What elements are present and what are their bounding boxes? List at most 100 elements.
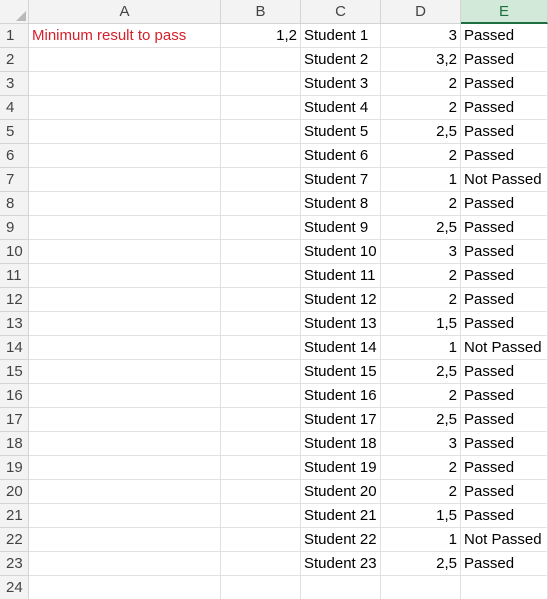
row-header-9[interactable]: 9 [0, 216, 29, 240]
cell-d-23[interactable]: 2,5 [381, 552, 461, 576]
row-header-1[interactable]: 1 [0, 24, 29, 48]
cell-e-8[interactable]: Passed [461, 192, 548, 216]
cell-e-14[interactable]: Not Passed [461, 336, 548, 360]
cell-e-13[interactable]: Passed [461, 312, 548, 336]
cell-a-19[interactable] [29, 456, 221, 480]
cell-d-2[interactable]: 3,2 [381, 48, 461, 72]
cell-b-11[interactable] [221, 264, 301, 288]
cell-d-9[interactable]: 2,5 [381, 216, 461, 240]
cell-d-5[interactable]: 2,5 [381, 120, 461, 144]
cell-b-22[interactable] [221, 528, 301, 552]
cell-a-1[interactable]: Minimum result to pass [29, 24, 221, 48]
row-header-18[interactable]: 18 [0, 432, 29, 456]
cell-a-23[interactable] [29, 552, 221, 576]
cell-e-3[interactable]: Passed [461, 72, 548, 96]
cell-c-13[interactable]: Student 13 [301, 312, 381, 336]
cell-a-14[interactable] [29, 336, 221, 360]
cell-c-15[interactable]: Student 15 [301, 360, 381, 384]
cell-b-1[interactable]: 1,2 [221, 24, 301, 48]
row-header-12[interactable]: 12 [0, 288, 29, 312]
cell-b-16[interactable] [221, 384, 301, 408]
row-header-3[interactable]: 3 [0, 72, 29, 96]
cell-b-14[interactable] [221, 336, 301, 360]
cell-a-5[interactable] [29, 120, 221, 144]
cell-e-20[interactable]: Passed [461, 480, 548, 504]
cell-b-9[interactable] [221, 216, 301, 240]
cell-d-16[interactable]: 2 [381, 384, 461, 408]
row-header-11[interactable]: 11 [0, 264, 29, 288]
cell-e-21[interactable]: Passed [461, 504, 548, 528]
cell-c-3[interactable]: Student 3 [301, 72, 381, 96]
cell-d-13[interactable]: 1,5 [381, 312, 461, 336]
cell-c-18[interactable]: Student 18 [301, 432, 381, 456]
cell-c-19[interactable]: Student 19 [301, 456, 381, 480]
cell-e-16[interactable]: Passed [461, 384, 548, 408]
cell-a-6[interactable] [29, 144, 221, 168]
cell-e-10[interactable]: Passed [461, 240, 548, 264]
cell-b-12[interactable] [221, 288, 301, 312]
cell-d-14[interactable]: 1 [381, 336, 461, 360]
cell-b-10[interactable] [221, 240, 301, 264]
cell-a-21[interactable] [29, 504, 221, 528]
cell-d-7[interactable]: 1 [381, 168, 461, 192]
cell-a-20[interactable] [29, 480, 221, 504]
cell-c-10[interactable]: Student 10 [301, 240, 381, 264]
cell-c-9[interactable]: Student 9 [301, 216, 381, 240]
cell-b-2[interactable] [221, 48, 301, 72]
cell-d-11[interactable]: 2 [381, 264, 461, 288]
cell-b-4[interactable] [221, 96, 301, 120]
cell-d-19[interactable]: 2 [381, 456, 461, 480]
row-header-15[interactable]: 15 [0, 360, 29, 384]
cell-a-16[interactable] [29, 384, 221, 408]
select-all-corner[interactable] [0, 0, 29, 24]
row-header-10[interactable]: 10 [0, 240, 29, 264]
row-header-20[interactable]: 20 [0, 480, 29, 504]
cell-a-4[interactable] [29, 96, 221, 120]
column-header-e[interactable]: E [461, 0, 548, 24]
cell-a-12[interactable] [29, 288, 221, 312]
cell-c-5[interactable]: Student 5 [301, 120, 381, 144]
cell-a-13[interactable] [29, 312, 221, 336]
cell-c-16[interactable]: Student 16 [301, 384, 381, 408]
row-header-23[interactable]: 23 [0, 552, 29, 576]
cell-a-3[interactable] [29, 72, 221, 96]
cell-e-15[interactable]: Passed [461, 360, 548, 384]
cell-b-20[interactable] [221, 480, 301, 504]
cell-c-24[interactable] [301, 576, 381, 599]
cell-c-2[interactable]: Student 2 [301, 48, 381, 72]
cell-a-2[interactable] [29, 48, 221, 72]
cell-b-13[interactable] [221, 312, 301, 336]
cell-c-20[interactable]: Student 20 [301, 480, 381, 504]
column-header-d[interactable]: D [381, 0, 461, 24]
row-header-21[interactable]: 21 [0, 504, 29, 528]
cell-d-10[interactable]: 3 [381, 240, 461, 264]
cell-a-15[interactable] [29, 360, 221, 384]
cell-e-5[interactable]: Passed [461, 120, 548, 144]
cell-e-12[interactable]: Passed [461, 288, 548, 312]
cell-a-11[interactable] [29, 264, 221, 288]
row-header-6[interactable]: 6 [0, 144, 29, 168]
cell-c-6[interactable]: Student 6 [301, 144, 381, 168]
cell-d-6[interactable]: 2 [381, 144, 461, 168]
row-header-13[interactable]: 13 [0, 312, 29, 336]
cell-e-7[interactable]: Not Passed [461, 168, 548, 192]
cell-e-22[interactable]: Not Passed [461, 528, 548, 552]
row-header-2[interactable]: 2 [0, 48, 29, 72]
cell-c-23[interactable]: Student 23 [301, 552, 381, 576]
cell-e-23[interactable]: Passed [461, 552, 548, 576]
cell-c-4[interactable]: Student 4 [301, 96, 381, 120]
cell-b-18[interactable] [221, 432, 301, 456]
cell-e-9[interactable]: Passed [461, 216, 548, 240]
cell-c-22[interactable]: Student 22 [301, 528, 381, 552]
cell-b-6[interactable] [221, 144, 301, 168]
cell-d-3[interactable]: 2 [381, 72, 461, 96]
cell-d-20[interactable]: 2 [381, 480, 461, 504]
cell-b-24[interactable] [221, 576, 301, 599]
cell-e-19[interactable]: Passed [461, 456, 548, 480]
cell-b-21[interactable] [221, 504, 301, 528]
row-header-16[interactable]: 16 [0, 384, 29, 408]
cell-a-9[interactable] [29, 216, 221, 240]
cell-e-1[interactable]: Passed [461, 24, 548, 48]
cell-d-8[interactable]: 2 [381, 192, 461, 216]
row-header-24[interactable]: 24 [0, 576, 29, 599]
